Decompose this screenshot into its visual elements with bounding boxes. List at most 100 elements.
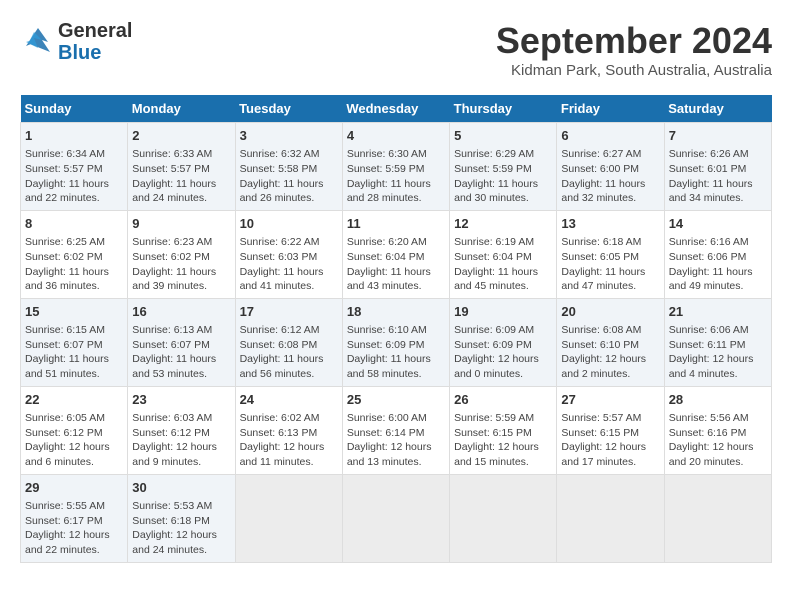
logo: General Blue [20, 20, 132, 64]
calendar-table: SundayMondayTuesdayWednesdayThursdayFrid… [20, 95, 772, 563]
day-number: 11 [347, 215, 445, 233]
day-info: Sunrise: 6:30 AM Sunset: 5:59 PM Dayligh… [347, 147, 445, 206]
day-info: Sunrise: 6:06 AM Sunset: 6:11 PM Dayligh… [669, 323, 767, 382]
day-info: Sunrise: 6:03 AM Sunset: 6:12 PM Dayligh… [132, 411, 230, 470]
calendar-day-9: 9 Sunrise: 6:23 AM Sunset: 6:02 PM Daylig… [128, 210, 235, 298]
day-number: 29 [25, 479, 123, 497]
day-number: 16 [132, 303, 230, 321]
calendar-day-30: 30 Sunrise: 5:53 AM Sunset: 6:18 PM Dayli… [128, 474, 235, 562]
days-header-row: SundayMondayTuesdayWednesdayThursdayFrid… [21, 95, 772, 123]
month-title: September 2024 [496, 20, 772, 62]
calendar-day-13: 13Sunrise: 6:18 AM Sunset: 6:05 PM Dayli… [557, 210, 664, 298]
calendar-day-19: 19Sunrise: 6:09 AM Sunset: 6:09 PM Dayli… [450, 298, 557, 386]
calendar-day-1: 1 Sunrise: 6:34 AM Sunset: 5:57 PM Daylig… [21, 123, 128, 211]
calendar-day-6: 6 Sunrise: 6:27 AM Sunset: 6:00 PM Daylig… [557, 123, 664, 211]
day-info: Sunrise: 6:23 AM Sunset: 6:02 PM Dayligh… [132, 235, 230, 294]
day-info: Sunrise: 5:57 AM Sunset: 6:15 PM Dayligh… [561, 411, 659, 470]
calendar-week-2: 8 Sunrise: 6:25 AM Sunset: 6:02 PM Daylig… [21, 210, 772, 298]
day-info: Sunrise: 6:29 AM Sunset: 5:59 PM Dayligh… [454, 147, 552, 206]
day-number: 24 [240, 391, 338, 409]
day-number: 3 [240, 127, 338, 145]
calendar-day-28: 28 Sunrise: 5:56 AM Sunset: 6:16 PM Dayli… [664, 386, 771, 474]
day-number: 17 [240, 303, 338, 321]
day-info: Sunrise: 6:10 AM Sunset: 6:09 PM Dayligh… [347, 323, 445, 382]
calendar-day-empty [342, 474, 449, 562]
calendar-week-3: 15 Sunrise: 6:15 AM Sunset: 6:07 PM Dayli… [21, 298, 772, 386]
day-number: 30 [132, 479, 230, 497]
day-info: Sunrise: 5:56 AM Sunset: 6:16 PM Dayligh… [669, 411, 767, 470]
day-number: 4 [347, 127, 445, 145]
calendar-day-18: 18 Sunrise: 6:10 AM Sunset: 6:09 PM Dayli… [342, 298, 449, 386]
day-header-monday: Monday [128, 95, 235, 123]
day-number: 20 [561, 303, 659, 321]
calendar-day-25: 25 Sunrise: 6:00 AM Sunset: 6:14 PM Dayli… [342, 386, 449, 474]
calendar-week-5: 29 Sunrise: 5:55 AM Sunset: 6:17 PM Dayli… [21, 474, 772, 562]
calendar-day-14: 14Sunrise: 6:16 AM Sunset: 6:06 PM Dayli… [664, 210, 771, 298]
day-info: Sunrise: 5:55 AM Sunset: 6:17 PM Dayligh… [25, 499, 123, 558]
day-info: Sunrise: 6:33 AM Sunset: 5:57 PM Dayligh… [132, 147, 230, 206]
day-info: Sunrise: 6:08 AM Sunset: 6:10 PM Dayligh… [561, 323, 659, 382]
day-info: Sunrise: 6:18 AM Sunset: 6:05 PM Dayligh… [561, 235, 659, 294]
day-info: Sunrise: 6:09 AM Sunset: 6:09 PM Dayligh… [454, 323, 552, 382]
day-info: Sunrise: 6:25 AM Sunset: 6:02 PM Dayligh… [25, 235, 123, 294]
calendar-day-24: 24 Sunrise: 6:02 AM Sunset: 6:13 PM Dayli… [235, 386, 342, 474]
day-info: Sunrise: 6:19 AM Sunset: 6:04 PM Dayligh… [454, 235, 552, 294]
day-info: Sunrise: 6:27 AM Sunset: 6:00 PM Dayligh… [561, 147, 659, 206]
day-number: 9 [132, 215, 230, 233]
day-number: 1 [25, 127, 123, 145]
day-info: Sunrise: 6:34 AM Sunset: 5:57 PM Dayligh… [25, 147, 123, 206]
day-number: 6 [561, 127, 659, 145]
calendar-day-15: 15 Sunrise: 6:15 AM Sunset: 6:07 PM Dayli… [21, 298, 128, 386]
day-number: 8 [25, 215, 123, 233]
calendar-day-23: 23 Sunrise: 6:03 AM Sunset: 6:12 PM Dayli… [128, 386, 235, 474]
day-info: Sunrise: 6:15 AM Sunset: 6:07 PM Dayligh… [25, 323, 123, 382]
title-section: September 2024 Kidman Park, South Austra… [496, 20, 772, 79]
calendar-day-3: 3 Sunrise: 6:32 AM Sunset: 5:58 PM Daylig… [235, 123, 342, 211]
day-info: Sunrise: 6:32 AM Sunset: 5:58 PM Dayligh… [240, 147, 338, 206]
calendar-day-27: 27Sunrise: 5:57 AM Sunset: 6:15 PM Dayli… [557, 386, 664, 474]
day-info: Sunrise: 6:02 AM Sunset: 6:13 PM Dayligh… [240, 411, 338, 470]
calendar-week-1: 1 Sunrise: 6:34 AM Sunset: 5:57 PM Daylig… [21, 123, 772, 211]
day-number: 14 [669, 215, 767, 233]
calendar-day-7: 7Sunrise: 6:26 AM Sunset: 6:01 PM Daylig… [664, 123, 771, 211]
calendar-day-8: 8 Sunrise: 6:25 AM Sunset: 6:02 PM Daylig… [21, 210, 128, 298]
day-number: 28 [669, 391, 767, 409]
day-header-tuesday: Tuesday [235, 95, 342, 123]
day-number: 7 [669, 127, 767, 145]
day-number: 18 [347, 303, 445, 321]
day-number: 23 [132, 391, 230, 409]
day-header-saturday: Saturday [664, 95, 771, 123]
calendar-day-17: 17 Sunrise: 6:12 AM Sunset: 6:08 PM Dayli… [235, 298, 342, 386]
calendar-day-12: 12Sunrise: 6:19 AM Sunset: 6:04 PM Dayli… [450, 210, 557, 298]
day-info: Sunrise: 6:13 AM Sunset: 6:07 PM Dayligh… [132, 323, 230, 382]
calendar-day-16: 16 Sunrise: 6:13 AM Sunset: 6:07 PM Dayli… [128, 298, 235, 386]
logo-name: General Blue [58, 20, 132, 64]
day-number: 26 [454, 391, 552, 409]
location: Kidman Park, South Australia, Australia [496, 62, 772, 79]
calendar-day-empty [664, 474, 771, 562]
day-header-thursday: Thursday [450, 95, 557, 123]
calendar-day-22: 22Sunrise: 6:05 AM Sunset: 6:12 PM Dayli… [21, 386, 128, 474]
day-info: Sunrise: 5:53 AM Sunset: 6:18 PM Dayligh… [132, 499, 230, 558]
day-number: 10 [240, 215, 338, 233]
page-header: General Blue September 2024 Kidman Park,… [20, 20, 772, 79]
day-header-friday: Friday [557, 95, 664, 123]
day-number: 15 [25, 303, 123, 321]
calendar-day-21: 21Sunrise: 6:06 AM Sunset: 6:11 PM Dayli… [664, 298, 771, 386]
day-info: Sunrise: 6:12 AM Sunset: 6:08 PM Dayligh… [240, 323, 338, 382]
bird-icon [20, 24, 56, 60]
calendar-day-4: 4 Sunrise: 6:30 AM Sunset: 5:59 PM Daylig… [342, 123, 449, 211]
calendar-day-empty [235, 474, 342, 562]
calendar-day-11: 11 Sunrise: 6:20 AM Sunset: 6:04 PM Dayli… [342, 210, 449, 298]
calendar-day-5: 5Sunrise: 6:29 AM Sunset: 5:59 PM Daylig… [450, 123, 557, 211]
calendar-day-2: 2 Sunrise: 6:33 AM Sunset: 5:57 PM Daylig… [128, 123, 235, 211]
day-number: 2 [132, 127, 230, 145]
logo-general: General [58, 20, 132, 42]
calendar-day-29: 29 Sunrise: 5:55 AM Sunset: 6:17 PM Dayli… [21, 474, 128, 562]
day-info: Sunrise: 6:05 AM Sunset: 6:12 PM Dayligh… [25, 411, 123, 470]
day-number: 25 [347, 391, 445, 409]
day-info: Sunrise: 6:20 AM Sunset: 6:04 PM Dayligh… [347, 235, 445, 294]
calendar-day-10: 10Sunrise: 6:22 AM Sunset: 6:03 PM Dayli… [235, 210, 342, 298]
day-info: Sunrise: 6:00 AM Sunset: 6:14 PM Dayligh… [347, 411, 445, 470]
calendar-week-4: 22Sunrise: 6:05 AM Sunset: 6:12 PM Dayli… [21, 386, 772, 474]
